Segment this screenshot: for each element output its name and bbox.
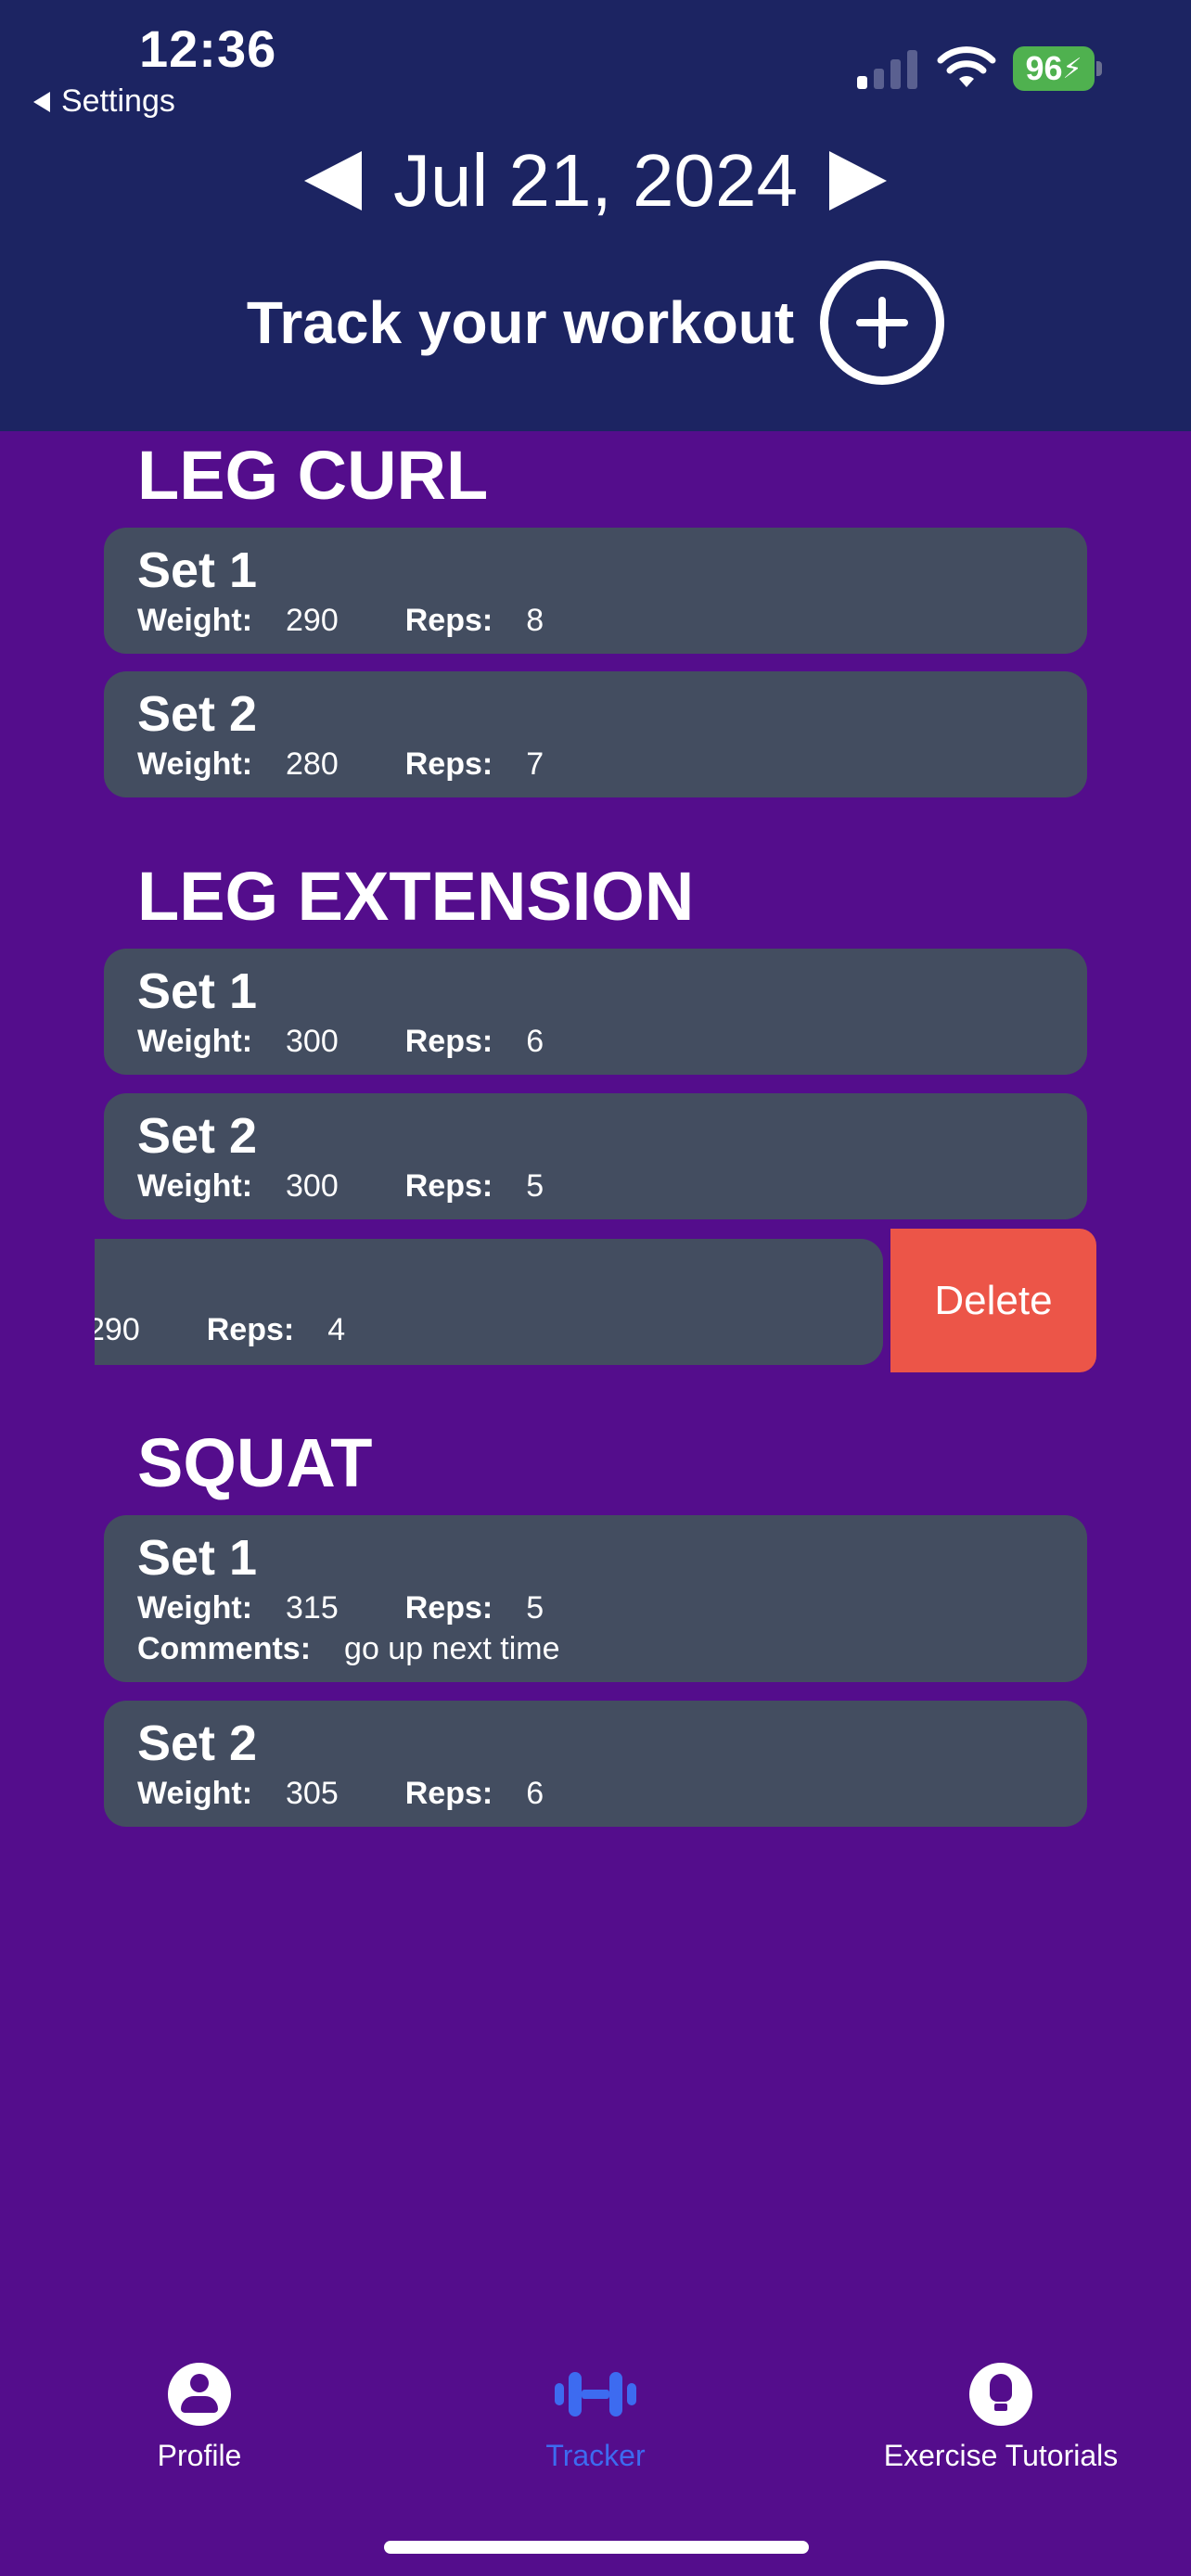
next-day-icon[interactable] [828, 151, 887, 210]
track-workout-label: Track your workout [246, 289, 795, 356]
reps-label: Reps: [404, 1590, 493, 1626]
weight-value: 300 [286, 1168, 339, 1204]
weight-value: 290 [95, 1312, 140, 1347]
weight-label: Weight: [137, 746, 253, 782]
set-card[interactable]: Set 2 Weight: 300 Reps: 5 [104, 1093, 1087, 1219]
back-arrow-icon [33, 91, 50, 112]
weight-label: Weight: [137, 603, 253, 638]
dumbbell-icon [555, 2372, 636, 2417]
reps-value: 5 [526, 1168, 544, 1204]
lightbulb-icon [969, 2363, 1032, 2426]
reps-label: Reps: [404, 746, 493, 782]
set-stats: Weight: 305 Reps: 6 [137, 1773, 1054, 1814]
set-title: Set 1 [137, 963, 258, 1019]
reps-label: Reps: [404, 1168, 493, 1204]
tab-profile[interactable]: Profile [139, 2363, 260, 2473]
weight-value: 315 [286, 1590, 339, 1626]
set-card[interactable]: Set 1 Weight: 315 Reps: 5 Comments: go u… [104, 1515, 1087, 1682]
set-stats: Weight: 315 Reps: 5 [137, 1588, 1054, 1628]
weight-value: 280 [286, 746, 339, 782]
charging-bolt-icon: ⚡ [1062, 53, 1082, 84]
battery-indicator: 96 ⚡ [1013, 46, 1095, 91]
workout-tracker-screen: 12:36 Settings 96 ⚡ Jul 21, 2024 Track y… [0, 0, 1191, 2576]
comments-value: go up next time [344, 1631, 560, 1666]
reps-value: 5 [526, 1590, 544, 1626]
delete-button[interactable]: Delete [890, 1229, 1096, 1372]
tab-exercise-tutorials[interactable]: Exercise Tutorials [866, 2363, 1135, 2473]
date-navigator: Jul 21, 2024 [0, 130, 1191, 232]
tab-tracker[interactable]: Tracker [529, 2363, 662, 2473]
set-comments: Comments: go up next time [137, 1628, 1054, 1669]
set-title: Set 2 [137, 1715, 258, 1771]
exercise-title: LEG CURL [137, 437, 489, 514]
reps-value: 6 [526, 1776, 544, 1811]
set-stats: Weight: 280 Reps: 7 [137, 744, 1054, 784]
cellular-signal-icon [857, 50, 917, 89]
weight-label: Weight: [137, 1024, 253, 1059]
reps-label: Reps: [404, 1776, 493, 1811]
exercise-title: SQUAT [137, 1424, 373, 1501]
reps-value: 4 [327, 1312, 346, 1347]
set-stats: Weight: 290 Reps: 8 [137, 600, 1054, 641]
reps-value: 6 [526, 1024, 544, 1059]
set-stats: Weight: 300 Reps: 5 [137, 1166, 1054, 1206]
exercise-title: LEG EXTENSION [137, 858, 695, 935]
set-stats: 290 Reps: 4 [95, 1309, 876, 1350]
weight-value: 300 [286, 1024, 339, 1059]
battery-percent: 96 [1025, 49, 1063, 87]
weight-value: 290 [286, 603, 339, 638]
person-icon [168, 2363, 231, 2426]
wifi-icon [937, 46, 996, 87]
swiped-set-card[interactable]: 290 Reps: 4 [95, 1239, 883, 1365]
battery-nub [1096, 61, 1102, 76]
set-stats: Weight: 300 Reps: 6 [137, 1021, 1054, 1062]
weight-label: Weight: [137, 1776, 253, 1811]
comments-label: Comments: [137, 1631, 312, 1666]
set-title: Set 1 [137, 1530, 258, 1586]
weight-label: Weight: [137, 1590, 253, 1626]
current-date: Jul 21, 2024 [393, 139, 798, 222]
reps-label: Reps: [404, 603, 493, 638]
tab-label: Exercise Tutorials [883, 2439, 1119, 2472]
back-link-label: Settings [61, 83, 175, 119]
reps-label: Reps: [206, 1312, 295, 1347]
set-card[interactable]: Set 1 Weight: 300 Reps: 6 [104, 949, 1087, 1075]
set-card[interactable]: Set 2 Weight: 280 Reps: 7 [104, 671, 1087, 797]
home-indicator[interactable] [384, 2541, 809, 2554]
back-to-settings-link[interactable]: Settings [33, 83, 175, 120]
set-card[interactable]: Set 2 Weight: 305 Reps: 6 [104, 1701, 1087, 1827]
set-title: Set 2 [137, 1108, 258, 1164]
set-title: Set 2 [137, 686, 258, 742]
weight-value: 305 [286, 1776, 339, 1811]
reps-value: 7 [526, 746, 544, 782]
tab-label: Tracker [545, 2439, 646, 2472]
reps-label: Reps: [404, 1024, 493, 1059]
reps-value: 8 [526, 603, 544, 638]
set-card[interactable]: Set 1 Weight: 290 Reps: 8 [104, 528, 1087, 654]
header: 12:36 Settings 96 ⚡ Jul 21, 2024 Track y… [0, 0, 1191, 431]
add-workout-button[interactable] [820, 261, 945, 385]
status-time: 12:36 [139, 19, 277, 78]
track-workout-row: Track your workout [0, 258, 1191, 388]
previous-day-icon[interactable] [304, 151, 363, 210]
tab-label: Profile [157, 2439, 242, 2472]
set-title: Set 1 [137, 542, 258, 598]
weight-label: Weight: [137, 1168, 253, 1204]
